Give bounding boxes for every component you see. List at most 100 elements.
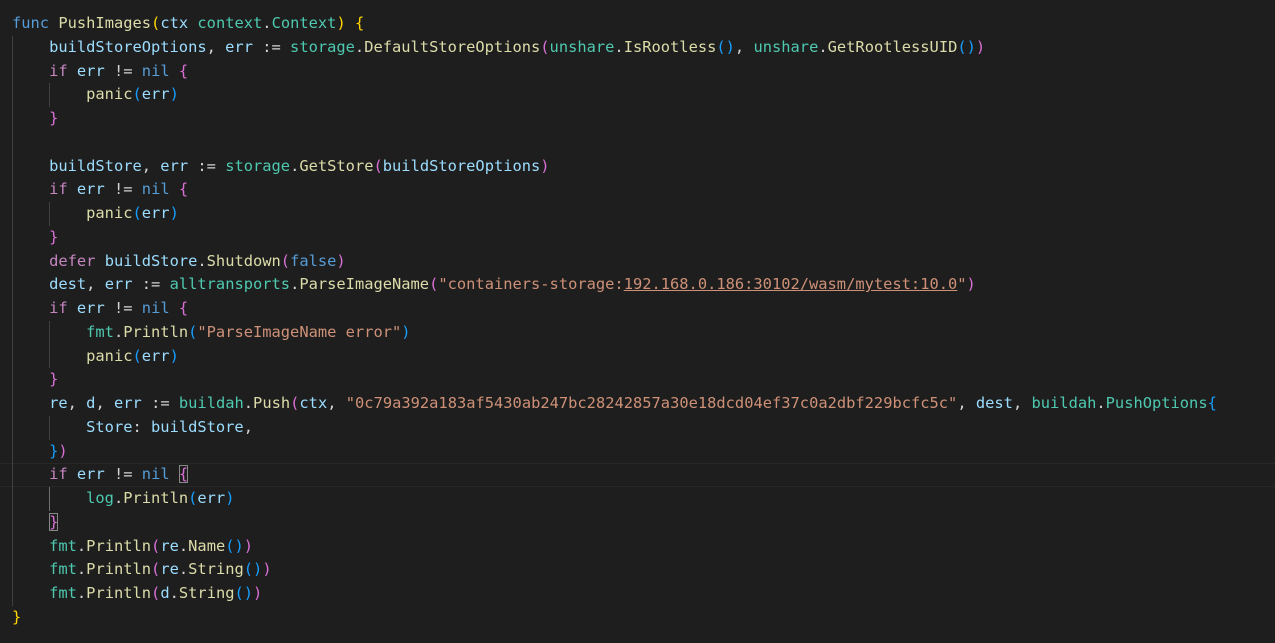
- code-token: ): [169, 346, 179, 365]
- code-line[interactable]: fmt.Println(re.String()): [12, 558, 1275, 582]
- code-line[interactable]: fmt.Println("ParseImageName error"): [12, 321, 1275, 345]
- code-token: panic: [86, 85, 133, 104]
- code-token: (: [188, 322, 198, 341]
- code-token: err: [141, 204, 170, 222]
- code-line[interactable]: re, d, err := buildah.Push(ctx, "0c79a39…: [12, 392, 1275, 416]
- code-token: ): [262, 560, 272, 579]
- code-token: ,: [86, 275, 105, 294]
- code-line[interactable]: log.Println(err): [12, 487, 1275, 511]
- code-token: ): [336, 251, 346, 270]
- code-token: err: [76, 465, 105, 484]
- code-token: context: [197, 14, 263, 32]
- code-token: err: [160, 156, 189, 175]
- code-line[interactable]: panic(err): [12, 83, 1275, 107]
- code-token: Store: [86, 417, 133, 436]
- code-token: err: [141, 346, 170, 365]
- code-token: buildStoreOptions: [382, 156, 541, 175]
- code-line[interactable]: [12, 131, 1275, 155]
- code-line[interactable]: buildStoreOptions, err := storage.Defaul…: [12, 36, 1275, 60]
- code-token: String: [188, 560, 244, 579]
- code-line[interactable]: }: [12, 368, 1275, 392]
- code-token: .: [290, 275, 300, 294]
- code-line[interactable]: buildStore, err := storage.GetStore(buil…: [12, 155, 1275, 179]
- code-token: (: [132, 346, 142, 365]
- code-token: err: [141, 85, 170, 104]
- code-token: ): [975, 37, 986, 56]
- code-token: .: [262, 14, 272, 32]
- code-token: log: [86, 489, 114, 507]
- code-line[interactable]: fmt.Println(d.String()): [12, 582, 1275, 606]
- code-token: ctx: [299, 394, 328, 412]
- indent-guide: [49, 415, 51, 440]
- code-line[interactable]: defer buildStore.Shutdown(false): [12, 250, 1275, 274]
- code-token: func: [12, 14, 50, 32]
- code-editor[interactable]: func PushImages(ctx context.Context) { b…: [0, 0, 1275, 643]
- indent-guide: [49, 487, 51, 511]
- code-token: .: [76, 536, 87, 555]
- code-line[interactable]: }: [12, 606, 1275, 630]
- indent-guide: [49, 202, 51, 226]
- code-token: ctx: [160, 14, 189, 32]
- code-token: d: [160, 584, 170, 602]
- code-token: .: [243, 394, 254, 412]
- code-line[interactable]: panic(err): [12, 345, 1275, 369]
- code-line[interactable]: func PushImages(ctx context.Context) {: [12, 12, 1275, 36]
- code-token: "ParseImageName error": [197, 322, 402, 341]
- code-line[interactable]: if err != nil {: [12, 60, 1275, 84]
- indent-guide: [49, 320, 51, 369]
- code-token: {: [178, 180, 189, 199]
- code-token: (): [716, 37, 735, 56]
- code-token: ): [225, 489, 235, 507]
- code-line[interactable]: }: [12, 511, 1275, 535]
- code-token: PushOptions: [1105, 394, 1208, 412]
- code-token: :=: [141, 394, 179, 412]
- code-area[interactable]: func PushImages(ctx context.Context) { b…: [0, 12, 1275, 630]
- code-line[interactable]: if err != nil {: [12, 178, 1275, 202]
- code-token: buildStore: [49, 156, 142, 175]
- code-token: Push: [253, 394, 291, 412]
- code-token: .: [169, 584, 179, 602]
- indent-guide: [12, 35, 13, 606]
- code-line[interactable]: }: [12, 107, 1275, 131]
- code-token: unshare: [753, 37, 819, 56]
- code-token: }: [12, 607, 22, 626]
- code-token: (): [957, 37, 976, 56]
- code-token: ": [957, 275, 967, 294]
- code-line[interactable]: if err != nil {: [12, 297, 1275, 321]
- code-token: err: [114, 394, 142, 412]
- code-token: if: [49, 299, 68, 317]
- code-line[interactable]: }: [12, 226, 1275, 250]
- code-token: if: [49, 465, 68, 484]
- code-token: ,: [206, 37, 226, 56]
- code-line[interactable]: if err != nil {: [0, 463, 1275, 487]
- code-token: storage: [225, 156, 291, 175]
- code-token: ): [336, 14, 346, 32]
- code-token: fmt: [49, 536, 77, 555]
- code-token: err: [104, 275, 133, 294]
- code-line[interactable]: panic(err): [12, 202, 1275, 226]
- code-token: (: [290, 394, 300, 412]
- code-token: nil: [141, 465, 170, 484]
- code-token: :=: [188, 156, 226, 175]
- code-line[interactable]: fmt.Println(re.Name()): [12, 535, 1275, 559]
- code-token: }: [49, 512, 59, 531]
- code-token: .: [113, 322, 124, 341]
- code-token: .: [818, 37, 828, 56]
- code-token: nil: [141, 61, 170, 80]
- code-token: "containers-storage:: [438, 275, 624, 294]
- code-token: nil: [141, 299, 170, 317]
- code-line[interactable]: dest, err := alltransports.ParseImageNam…: [12, 273, 1275, 297]
- code-token: (): [234, 584, 254, 602]
- code-token: GetRootlessUID: [827, 37, 958, 56]
- code-token: panic: [86, 346, 133, 365]
- code-token: ): [401, 322, 411, 341]
- code-token: re: [49, 394, 68, 412]
- code-line[interactable]: Store: buildStore,: [12, 416, 1275, 440]
- code-line[interactable]: }): [12, 440, 1275, 464]
